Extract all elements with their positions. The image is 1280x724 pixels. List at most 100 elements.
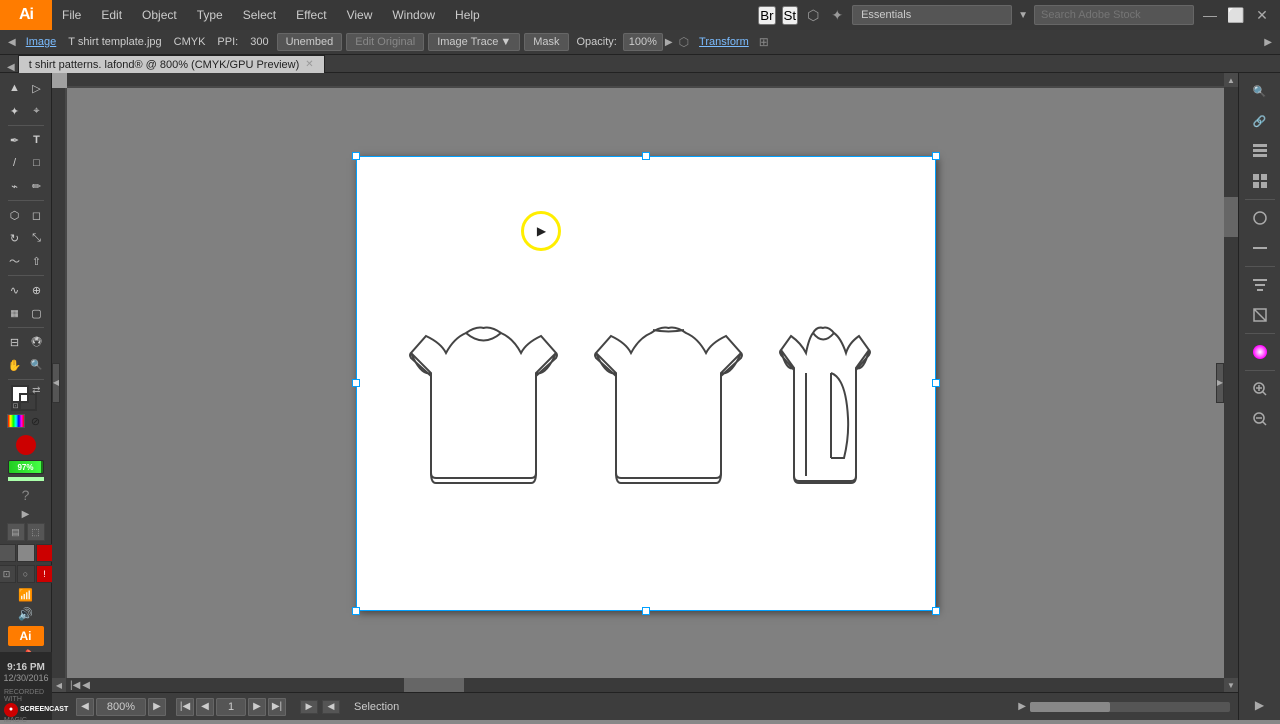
panel-links[interactable]: 🔗 [1242, 107, 1278, 135]
menu-select[interactable]: Select [233, 0, 286, 30]
workspace-chevron[interactable]: ▼ [1018, 10, 1028, 21]
color-gradient-icon[interactable] [7, 414, 25, 428]
alert-icon[interactable]: ! [36, 565, 54, 583]
hscroll-left-btn[interactable]: ◀ [52, 678, 66, 692]
image-trace-button[interactable]: Image Trace ▼ [428, 33, 520, 51]
panel-appearance[interactable] [1242, 204, 1278, 232]
help-button[interactable]: ? [4, 484, 48, 506]
panel-transform[interactable] [1242, 301, 1278, 329]
eraser-tool[interactable]: ◻ [26, 204, 48, 226]
reshape-tool[interactable]: ⇧ [26, 250, 48, 272]
pause-btn[interactable]: ◀ [322, 700, 340, 714]
zoom-in-btn[interactable]: ▶ [148, 698, 166, 716]
panel-search[interactable]: 🔍 [1242, 77, 1278, 105]
warp-tool[interactable]: 〜 [4, 250, 26, 272]
menu-edit[interactable]: Edit [91, 0, 132, 30]
panel-layers[interactable] [1242, 137, 1278, 165]
handle-mid-left[interactable] [352, 379, 360, 387]
menu-window[interactable]: Window [382, 0, 445, 30]
horizontal-scrollbar[interactable]: ◀ |◀ ◀ [52, 678, 1224, 692]
hand-tool[interactable]: ✋ [4, 354, 26, 376]
workspace-selector[interactable] [852, 5, 1012, 25]
swatch-red[interactable] [36, 544, 54, 562]
tab-close-icon[interactable]: ✕ [305, 59, 313, 70]
graph-tool[interactable]: ▦ [4, 302, 26, 324]
stock-button[interactable]: St [782, 6, 799, 25]
handle-mid-right[interactable] [932, 379, 940, 387]
link-icon[interactable]: ⊡ [0, 565, 16, 583]
expand-icon[interactable]: ▶ [22, 509, 30, 520]
color-mode-icon[interactable]: ⬡ [804, 7, 822, 24]
zoom-out-btn[interactable]: ◀ [76, 698, 94, 716]
collapse-left-icon[interactable]: ◀ [4, 37, 20, 48]
swap-colors-icon[interactable]: ⇄ [32, 385, 40, 396]
panel-align[interactable] [1242, 271, 1278, 299]
eyedropper-tool[interactable]: 🖲 [26, 331, 48, 353]
prev-page-nav[interactable]: ◀ [196, 698, 214, 716]
vscroll-thumb[interactable] [1224, 197, 1238, 237]
color-boxes[interactable]: ⇄ ⊡ [11, 385, 41, 411]
vertical-scrollbar[interactable]: ▲ ▼ [1224, 73, 1238, 692]
paintbrush-tool[interactable]: ⌁ [4, 175, 26, 197]
document-tab-active[interactable]: t shirt patterns. lafond® @ 800% (CMYK/G… [18, 55, 325, 73]
zoom-value-input[interactable] [96, 698, 146, 716]
direct-select-tool[interactable]: ▷ [26, 77, 48, 99]
menu-effect[interactable]: Effect [286, 0, 336, 30]
pencil-tool[interactable]: ✏ [26, 175, 48, 197]
status-right-arrow[interactable]: ▶ [1018, 701, 1026, 712]
speaker-icon[interactable]: 🔊 [4, 605, 48, 623]
prev-page-btn[interactable]: ◀ [82, 680, 90, 691]
menu-help[interactable]: Help [445, 0, 490, 30]
panel-collapse-icon[interactable]: ▶ [1242, 690, 1278, 720]
swatch-gray-mid[interactable] [17, 544, 35, 562]
canvas-collapse-right[interactable]: ▶ [1216, 363, 1224, 403]
panel-color[interactable] [1242, 338, 1278, 366]
menu-view[interactable]: View [337, 0, 383, 30]
vscroll-down-btn[interactable]: ▼ [1224, 678, 1238, 692]
layers-icon[interactable]: ▤ [7, 523, 25, 541]
handle-bot-center[interactable] [642, 607, 650, 615]
scale-tool[interactable]: ⤡ [26, 227, 48, 249]
handle-bot-left[interactable] [352, 607, 360, 615]
selection-tool[interactable]: ▲ [4, 77, 26, 99]
search-input[interactable] [1034, 5, 1194, 25]
circle-icon[interactable]: ○ [17, 565, 35, 583]
panel-swatches[interactable] [1242, 167, 1278, 195]
line-tool[interactable]: / [4, 152, 26, 174]
first-page-nav[interactable]: |◀ [176, 698, 194, 716]
unembed-button[interactable]: Unembed [277, 33, 343, 51]
text-tool[interactable]: T [26, 129, 48, 151]
artboard-tool[interactable]: ▢ [26, 302, 48, 324]
close-button[interactable]: ✕ [1252, 5, 1272, 25]
status-scrollbar[interactable] [1030, 702, 1230, 712]
next-page-nav[interactable]: ▶ [248, 698, 266, 716]
transform-link[interactable]: Transform [693, 30, 755, 55]
swatch-gray-dark[interactable] [0, 544, 16, 562]
panel-stroke[interactable] [1242, 234, 1278, 262]
menu-type[interactable]: Type [187, 0, 233, 30]
edit-original-button[interactable]: Edit Original [346, 33, 424, 51]
bridge-button[interactable]: Br [758, 6, 775, 25]
notification-dot[interactable] [16, 435, 36, 455]
collapse-right-icon[interactable]: ▶ [1260, 37, 1276, 48]
menu-file[interactable]: File [52, 0, 91, 30]
pen-tool[interactable]: ✒ [4, 129, 26, 151]
opacity-input[interactable] [623, 33, 663, 51]
minimize-button[interactable]: — [1200, 5, 1220, 25]
magic-wand-tool[interactable]: ✦ [4, 100, 26, 122]
rect-tool[interactable]: □ [26, 152, 48, 174]
wifi-icon[interactable]: 📶 [4, 586, 48, 604]
page-number-input[interactable] [216, 698, 246, 716]
tab-collapse-icon[interactable]: ◀ [4, 62, 18, 73]
blend-tool[interactable]: ∿ [4, 279, 26, 301]
rotate-tool[interactable]: ↻ [4, 227, 26, 249]
shaper-tool[interactable]: ⬡ [4, 204, 26, 226]
image-link[interactable]: Image [20, 30, 63, 55]
hscroll-thumb[interactable] [404, 678, 464, 692]
panel-zoom-in[interactable] [1242, 375, 1278, 403]
handle-bot-right[interactable] [932, 607, 940, 615]
canvas-collapse-left[interactable]: ◀ [52, 363, 60, 403]
first-page-btn[interactable]: |◀ [70, 680, 80, 691]
mask-button[interactable]: Mask [524, 33, 568, 51]
handle-top-right[interactable] [932, 152, 940, 160]
